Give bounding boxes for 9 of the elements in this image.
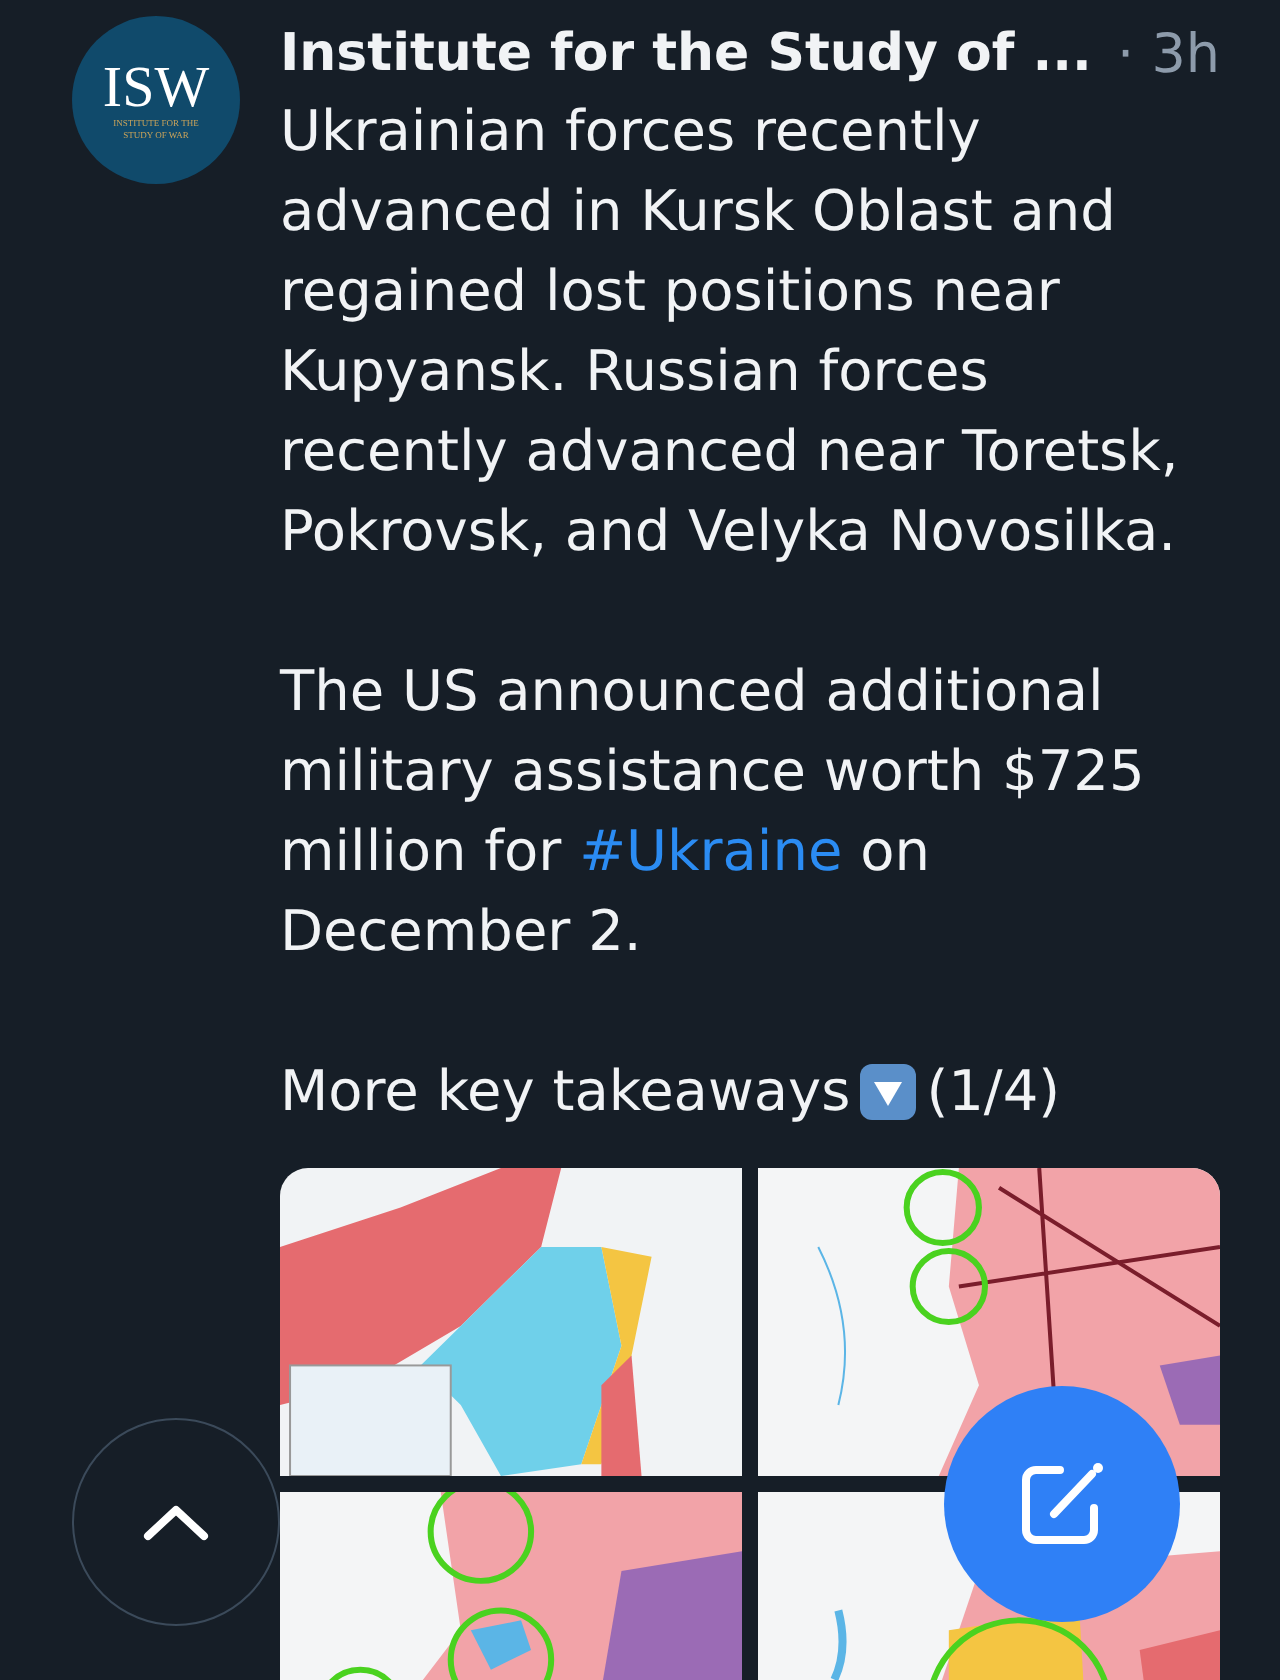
post-text: More key takeaways bbox=[280, 1056, 851, 1128]
logo-text: ISW bbox=[102, 60, 210, 119]
hashtag-link[interactable]: #Ukraine bbox=[579, 818, 843, 884]
chevron-up-icon bbox=[142, 1502, 210, 1542]
post-text: Ukrainian forces recently advanced in Kursk Oblast and regained lost positions near Kupyansk. Russian forces recently advanced near Toretsk, Pokrovsk, and Velyka Novosilka. bbox=[280, 96, 1181, 568]
author-name[interactable]: Institute for the Study of ... bbox=[280, 24, 1092, 84]
post-time: · 3h bbox=[1117, 23, 1220, 85]
post-text: The US announced additional military assistance worth $725 million for #Ukraine on December 2. bbox=[280, 656, 1147, 968]
post-text: (1/4) bbox=[926, 1056, 1061, 1128]
